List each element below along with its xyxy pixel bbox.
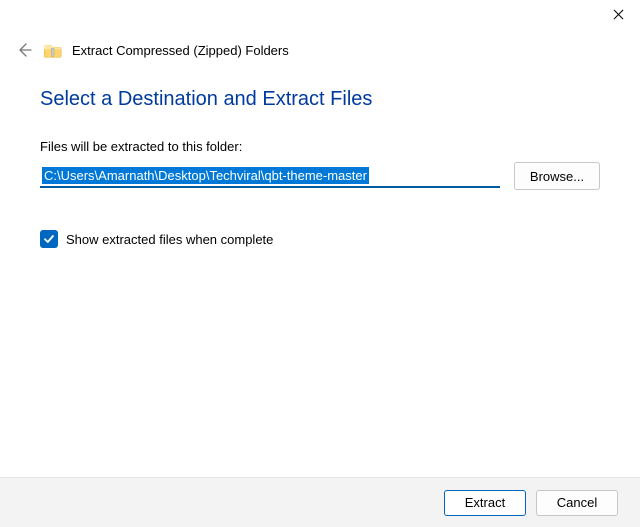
dialog-footer: Extract Cancel <box>0 477 640 527</box>
show-extracted-checkbox[interactable] <box>40 230 58 248</box>
checkmark-icon <box>43 233 55 245</box>
back-arrow-icon <box>16 42 32 58</box>
close-icon <box>613 9 624 20</box>
browse-button[interactable]: Browse... <box>514 162 600 190</box>
destination-label: Files will be extracted to this folder: <box>40 139 600 154</box>
window-title: Extract Compressed (Zipped) Folders <box>72 43 289 58</box>
cancel-button[interactable]: Cancel <box>536 490 618 516</box>
close-button[interactable] <box>596 0 640 28</box>
show-extracted-label: Show extracted files when complete <box>66 232 273 247</box>
zipped-folder-icon <box>44 42 62 58</box>
destination-path-input[interactable]: C:\Users\Amarnath\Desktop\Techviral\qbt-… <box>40 164 500 188</box>
back-button[interactable] <box>14 40 34 60</box>
destination-path-value: C:\Users\Amarnath\Desktop\Techviral\qbt-… <box>42 167 369 184</box>
extract-button[interactable]: Extract <box>444 490 526 516</box>
page-heading: Select a Destination and Extract Files <box>40 88 600 111</box>
